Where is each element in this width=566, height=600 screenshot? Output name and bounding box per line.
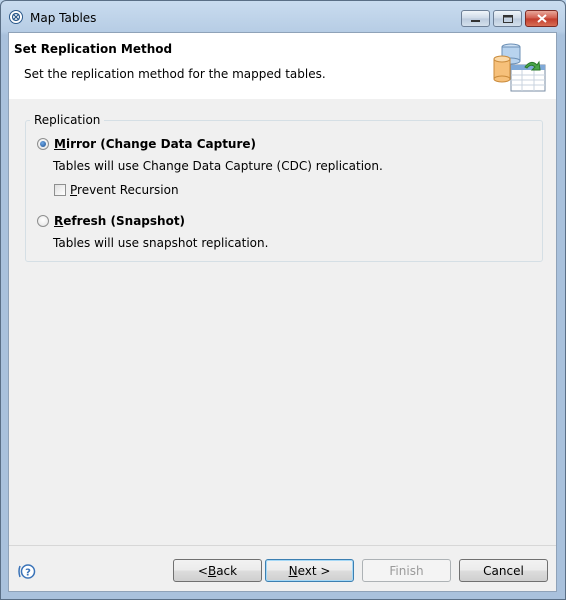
cancel-button[interactable]: Cancel [459,559,548,582]
next-button[interactable]: Next > [265,559,354,582]
finish-button[interactable]: Finish [362,559,451,582]
back-button[interactable]: < Back [173,559,262,582]
refresh-label-text: efresh (Snapshot) [63,214,186,228]
back-prefix: < [197,563,208,578]
next-mnemonic: N [288,563,298,578]
app-logo-icon [9,10,23,24]
prevent-recursion-mnemonic: P [70,183,78,197]
help-icon[interactable]: ? [18,563,36,580]
mirror-radio-label[interactable]: Mirror (Change Data Capture) [54,137,256,151]
next-label-text: ext > [297,563,331,578]
close-icon [536,14,547,23]
close-button[interactable] [525,10,558,27]
prevent-recursion-label[interactable]: Prevent Recursion [70,183,179,197]
dialog-window: Map Tables Set Replication Method Set th… [0,0,566,600]
wizard-header: Set Replication Method Set the replicati… [9,33,556,99]
dialog-client-area: Set Replication Method Set the replicati… [8,32,557,592]
refresh-description: Tables will use snapshot replication. [53,236,269,250]
title-bar[interactable]: Map Tables [1,1,565,31]
footer-separator [9,545,556,546]
svg-text:?: ? [25,568,31,579]
maximize-icon [502,14,513,23]
maximize-button[interactable] [493,10,522,27]
mirror-description: Tables will use Change Data Capture (CDC… [53,159,383,173]
refresh-mnemonic: R [54,214,64,228]
database-table-icon [493,43,546,92]
back-mnemonic: B [207,563,217,578]
minimize-button[interactable] [461,10,490,27]
minimize-icon [471,19,480,22]
mirror-mnemonic: M [54,137,66,151]
refresh-radio-label[interactable]: Refresh (Snapshot) [54,214,185,228]
refresh-radio[interactable] [37,215,49,227]
page-title: Set Replication Method [14,42,173,56]
back-label-text: ack [216,563,238,578]
page-description: Set the replication method for the mappe… [24,67,326,81]
mirror-label-text: irror (Change Data Capture) [65,137,257,151]
replication-group-label: Replication [30,113,105,127]
prevent-recursion-checkbox[interactable] [54,184,66,196]
mirror-radio[interactable] [37,138,49,150]
prevent-recursion-label-text: revent Recursion [77,183,179,197]
header-divider [9,98,556,99]
window-title: Map Tables [30,11,97,25]
